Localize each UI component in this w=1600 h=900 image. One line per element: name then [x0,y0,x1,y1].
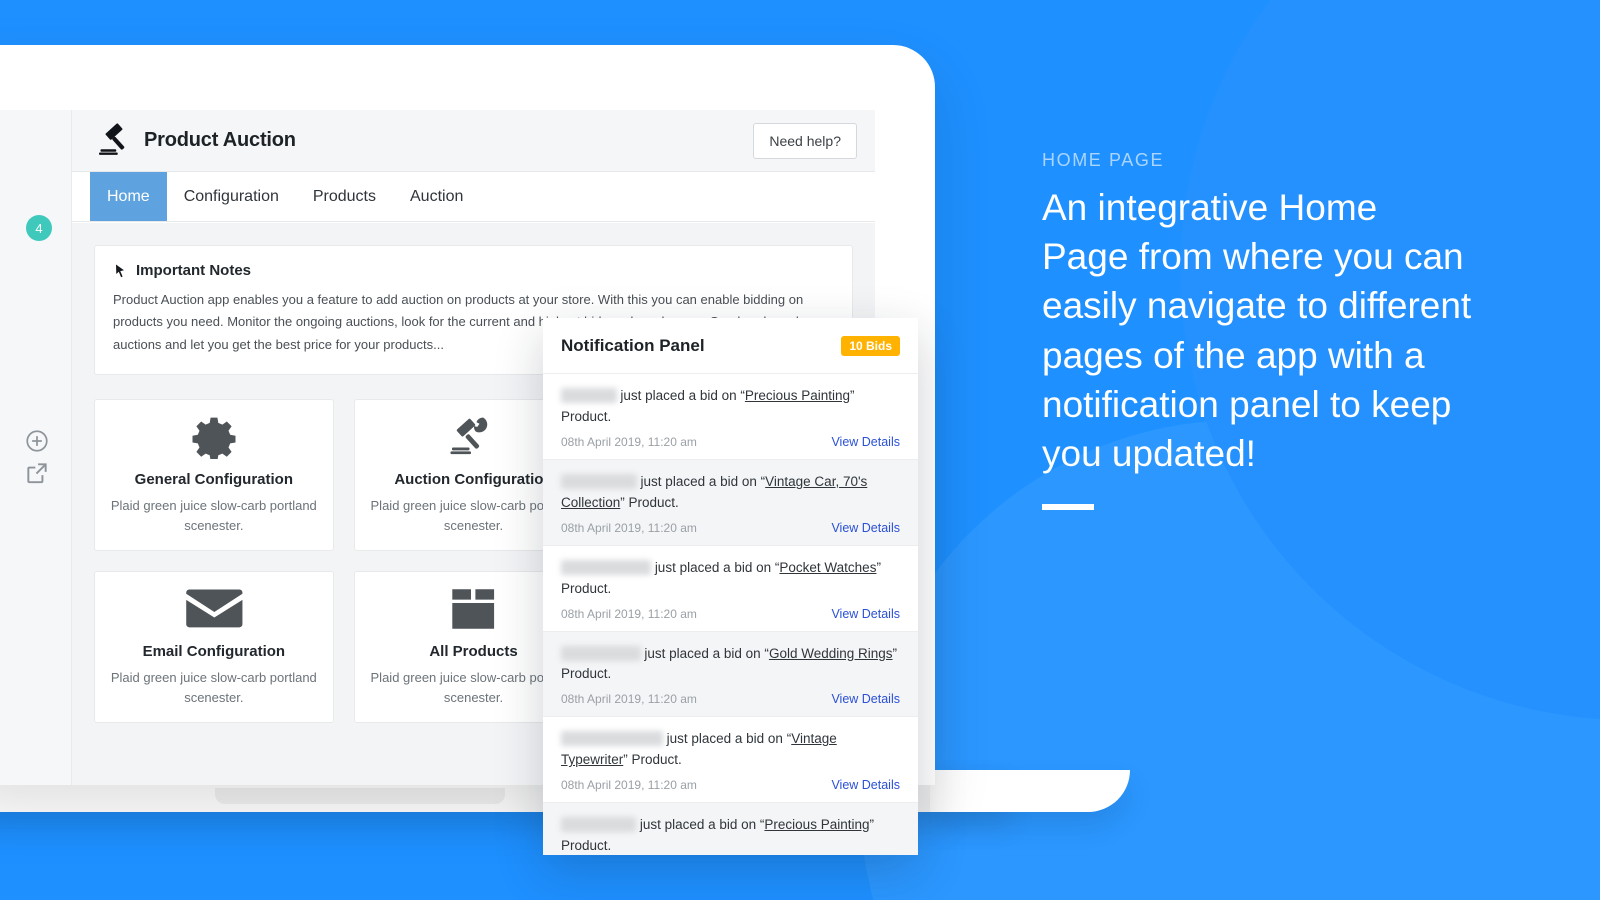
view-details-link[interactable]: View Details [831,521,900,535]
auction-gear-icon [449,415,497,459]
notification-meta: 08th April 2019, 11:20 am View Details [561,435,900,449]
notification-action-prefix: just placed a bid on “ [620,388,745,403]
view-details-link[interactable]: View Details [831,692,900,706]
notification-product[interactable]: Gold Wedding Rings [769,646,893,661]
card-general-configuration[interactable]: General Configuration Plaid green juice … [94,399,334,552]
tab-configuration[interactable]: Configuration [167,172,296,221]
notification-time: 08th April 2019, 11:20 am [561,434,697,449]
card-title: All Products [429,643,518,661]
card-description: Plaid green juice slow-carb portland sce… [110,498,317,533]
pin-icon [113,263,129,279]
notification-meta: 08th April 2019, 11:20 am View Details [561,607,900,621]
notification-time: 08th April 2019, 11:20 am [561,520,697,535]
gear-icon [192,415,236,460]
notification-text: John doe just placed a bid on “Precious … [561,386,900,428]
bids-count-badge: 10 Bids [841,335,900,356]
promo-rule [1042,504,1094,511]
view-details-link[interactable]: View Details [831,778,900,792]
promo-copy: HOME PAGE An integrative Home Page from … [1042,150,1472,511]
notification-time: 08th April 2019, 11:20 am [561,778,697,793]
card-title: Email Configuration [142,643,286,661]
gavel-icon [96,123,132,159]
notification-action-prefix: just placed a bid on “ [644,645,769,661]
notification-item[interactable]: Lee Fanabee just placed a bid on “Gold W… [543,631,918,718]
notification-text: Mitchell Sink just placed a bid on “Vint… [561,472,900,514]
notification-user: Mitchell Sink [561,473,637,489]
notification-panel-title: Notification Panel [561,335,705,355]
notification-action-prefix: just placed a bid on “ [666,731,792,747]
app-side-rail: 4 [0,110,72,785]
notification-user: Lee Fanabee [561,645,641,661]
promo-eyebrow: HOME PAGE [1042,150,1165,170]
notification-meta: 08th April 2019, 11:20 am View Details [561,778,900,792]
notification-panel-header: Notification Panel 10 Bids [543,318,918,374]
notification-product[interactable]: Pocket Watches [779,560,876,575]
envelope-icon [185,587,244,631]
view-details-link[interactable]: View Details [831,607,900,621]
notification-text: Shaniqua Valone just placed a bid on “Vi… [561,729,900,771]
notification-user: John doe [561,388,617,403]
notification-time: 08th April 2019, 11:20 am [561,692,697,707]
promo-stage: 4 Product Auction Need help? Home Config… [0,0,1600,900]
card-description: Plaid green juice slow-carb portland sce… [110,670,317,705]
notification-item[interactable]: Shaniqua Valone just placed a bid on “ Vi… [543,717,918,804]
notification-text: Lee Fanabee just placed a bid on “Gold W… [561,644,900,686]
card-title: General Configuration [134,471,293,489]
rail-notification-badge[interactable]: 4 [26,215,52,241]
notification-meta: 08th April 2019, 11:20 am View Details [561,692,900,706]
notification-meta: 08th April 2019, 11:20 am View Details [561,521,900,535]
box-icon [449,587,497,631]
notification-user: Malia Ciamone [561,559,652,575]
notification-action-suffix: ” Product. [620,494,679,510]
notification-text: Malia Ciamone just placed a bid on “Pock… [561,558,900,600]
app-tab-bar: Home Configuration Products Auction [72,172,875,222]
card-title: Auction Configuration [394,471,553,489]
notification-item[interactable]: John doe just placed a bid on “Precious … [543,374,918,460]
notification-action-prefix: just placed a bid on “ [654,559,780,575]
tab-auction[interactable]: Auction [393,172,480,221]
notification-action-suffix: ” Product. [623,752,682,768]
card-email-configuration[interactable]: Email Configuration Plaid green juice sl… [94,571,334,724]
notification-action-prefix: just placed a bid on “ [640,473,766,489]
tab-home[interactable]: Home [90,172,167,221]
notification-item[interactable]: Malia Ciamone just placed a bid on “Pock… [543,546,918,632]
promo-headline: An integrative Home Page from where you … [1042,187,1472,475]
notification-user: Shaniqua Valone [561,731,663,747]
notification-product[interactable]: Precious Painting [764,817,869,832]
tab-products[interactable]: Products [296,172,393,221]
page-title: Product Auction [144,129,296,151]
important-notes-title: Important Notes [136,262,252,279]
notification-action-prefix: just placed a bid on “ [639,817,765,833]
device-base-shadow [215,788,505,804]
important-notes-header: Important Notes [113,262,834,279]
app-header: Product Auction Need help? [72,110,875,172]
external-link-icon[interactable] [24,460,50,486]
notification-item[interactable]: Lucila Antilla just placed a bid on “Pre… [543,803,918,855]
plus-circle-icon[interactable] [24,428,50,454]
device-base-tail [930,770,1130,812]
notification-panel: Notification Panel 10 Bids John doe just… [543,318,918,855]
notification-text: Lucila Antilla just placed a bid on “Pre… [561,815,900,855]
notification-item[interactable]: Mitchell Sink just placed a bid on “Vint… [543,459,918,546]
notification-product[interactable]: Precious Painting [745,388,850,403]
notification-user: Lucila Antilla [561,817,637,833]
view-details-link[interactable]: View Details [831,435,900,449]
notification-time: 08th April 2019, 11:20 am [561,606,697,621]
need-help-button[interactable]: Need help? [753,122,857,159]
